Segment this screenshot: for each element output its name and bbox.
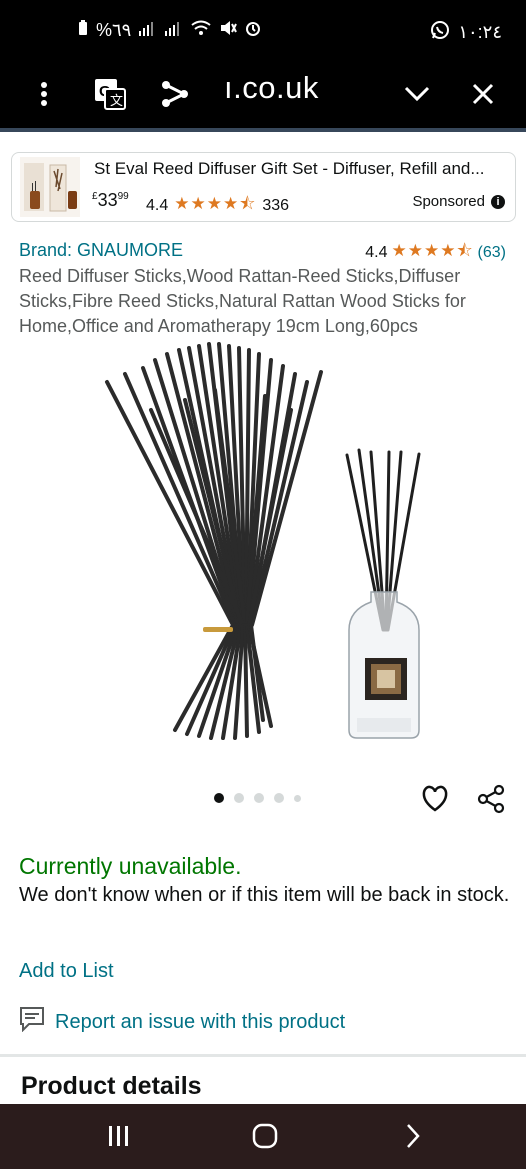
share-route-icon[interactable] xyxy=(158,74,192,114)
recent-apps-icon[interactable] xyxy=(104,1118,134,1154)
chevron-down-icon[interactable] xyxy=(400,74,434,114)
price-whole: 33 xyxy=(97,190,118,210)
sponsored-rating: 4.4 ★★★★⯪ 336 xyxy=(146,191,289,220)
status-left: %٦٩ xyxy=(78,20,261,41)
review-count: 336 xyxy=(262,196,290,214)
heart-icon[interactable] xyxy=(420,784,450,814)
status-bar: %٦٩ ١٠:٢٤ xyxy=(0,0,526,60)
star-rating-icon: ★★★★⯪ xyxy=(174,194,257,213)
sponsored-text: Sponsored xyxy=(412,193,485,210)
add-to-list-link[interactable]: Add to List xyxy=(19,960,114,983)
close-icon[interactable] xyxy=(466,74,500,114)
signal-icon-2 xyxy=(165,20,183,41)
translate-icon[interactable]: G文 xyxy=(92,74,128,114)
mute-icon xyxy=(219,20,238,41)
review-count[interactable]: (63) xyxy=(478,244,506,262)
wifi-icon xyxy=(191,20,211,41)
sponsored-title[interactable]: St Eval Reed Diffuser Gift Set - Diffuse… xyxy=(94,159,485,179)
carousel-dot[interactable] xyxy=(294,794,301,802)
signal-icon xyxy=(139,20,157,41)
carousel-dot[interactable] xyxy=(254,793,264,803)
sponsored-thumbnail[interactable] xyxy=(20,157,80,217)
price-fraction: 99 xyxy=(117,191,129,202)
sponsored-label[interactable]: Sponsored i xyxy=(412,193,505,210)
image-carousel-dots xyxy=(214,793,301,803)
report-issue-label[interactable]: Report an issue with this product xyxy=(55,1011,345,1034)
battery-percent: %٦٩ xyxy=(96,20,132,40)
menu-icon[interactable] xyxy=(28,74,60,114)
product-title: Reed Diffuser Sticks,Wood Rattan-Reed St… xyxy=(19,266,466,336)
rating-value: 4.4 xyxy=(146,196,169,214)
product-details-heading[interactable]: Product details xyxy=(21,1072,202,1101)
product-rating[interactable]: 4.4 ★★★★⯪ (63) xyxy=(365,238,506,267)
system-nav-bar xyxy=(0,1104,526,1169)
star-rating-icon: ★★★★⯪ xyxy=(391,241,474,260)
battery-icon xyxy=(78,20,88,41)
sponsored-price: £3399 xyxy=(92,190,129,211)
clock-time: ١٠:٢٤ xyxy=(458,22,502,42)
stock-note: We don't know when or if this item will … xyxy=(19,884,510,906)
carousel-dot[interactable] xyxy=(214,793,224,803)
section-divider xyxy=(0,1054,526,1057)
info-icon[interactable]: i xyxy=(491,194,505,209)
whatsapp-icon xyxy=(430,20,450,45)
back-chevron-icon[interactable] xyxy=(398,1118,428,1154)
carousel-dot[interactable] xyxy=(274,793,284,803)
home-icon[interactable] xyxy=(250,1118,280,1154)
brand-link[interactable]: Brand: GNAUMORE xyxy=(19,240,183,261)
share-icon[interactable] xyxy=(476,784,506,814)
carousel-dot[interactable] xyxy=(234,793,244,803)
status-right: ١٠:٢٤ xyxy=(430,20,502,45)
url-text[interactable]: ı.co.uk xyxy=(224,70,319,106)
svg-text:文: 文 xyxy=(110,93,123,108)
toolbar-divider xyxy=(0,128,526,132)
sponsored-ad-card[interactable]: St Eval Reed Diffuser Gift Set - Diffuse… xyxy=(11,152,516,222)
alarm-icon xyxy=(245,20,261,41)
feedback-icon xyxy=(19,1006,45,1038)
report-issue-link[interactable]: Report an issue with this product xyxy=(19,1006,345,1038)
product-image[interactable] xyxy=(95,340,435,750)
availability-status: Currently unavailable. xyxy=(19,853,242,879)
rating-value: 4.4 xyxy=(365,243,388,261)
